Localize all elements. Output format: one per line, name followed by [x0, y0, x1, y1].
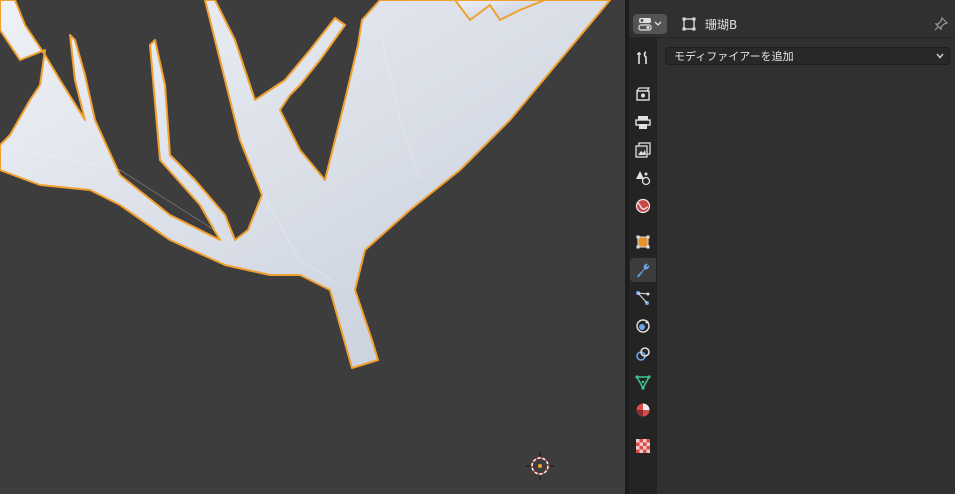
scene-icon [636, 171, 651, 186]
modifier-panel: モディファイアーを追加 [657, 38, 955, 494]
properties-header: 珊瑚B [629, 11, 955, 38]
add-modifier-label: モディファイアーを追加 [674, 50, 794, 63]
properties-tabs [629, 38, 657, 494]
tab-world[interactable] [630, 194, 656, 218]
output-icon [635, 116, 651, 129]
tab-constraints[interactable] [630, 342, 656, 366]
coral-mesh[interactable] [0, 0, 625, 494]
world-icon [635, 198, 651, 214]
properties-editor: 珊瑚B モディファイアーを追加 [629, 0, 955, 494]
physics-icon [636, 319, 650, 333]
editor-type-button[interactable] [633, 14, 667, 34]
tab-data[interactable] [630, 370, 656, 394]
editor-type-icon [638, 18, 662, 31]
tab-object[interactable] [630, 230, 656, 254]
material-icon [636, 403, 650, 417]
tool-icon [637, 51, 647, 64]
constraints-icon [636, 347, 650, 361]
3d-viewport[interactable] [0, 0, 625, 494]
add-modifier-dropdown[interactable]: モディファイアーを追加 [665, 47, 950, 65]
tab-output[interactable] [630, 110, 656, 134]
tab-scene[interactable] [630, 166, 656, 190]
data-icon [635, 375, 651, 390]
object-name: 珊瑚B [705, 18, 738, 32]
tab-render[interactable] [630, 82, 656, 106]
tab-material[interactable] [630, 398, 656, 422]
3d-cursor-icon [526, 452, 554, 480]
tab-particles[interactable] [630, 286, 656, 310]
modifier-wrench-icon [637, 263, 650, 278]
tab-physics[interactable] [630, 314, 656, 338]
pin-icon[interactable] [933, 16, 949, 32]
object-icon [636, 235, 650, 249]
tab-tool[interactable] [630, 46, 656, 70]
object-square-icon [682, 17, 696, 31]
view-layer-icon [635, 142, 651, 158]
render-icon [636, 87, 651, 101]
tab-view-layer[interactable] [630, 138, 656, 162]
tab-modifier[interactable] [630, 258, 656, 282]
particles-icon [636, 291, 650, 305]
tab-texture[interactable] [630, 434, 656, 458]
chevron-down-icon [936, 53, 944, 59]
texture-icon [636, 439, 650, 453]
